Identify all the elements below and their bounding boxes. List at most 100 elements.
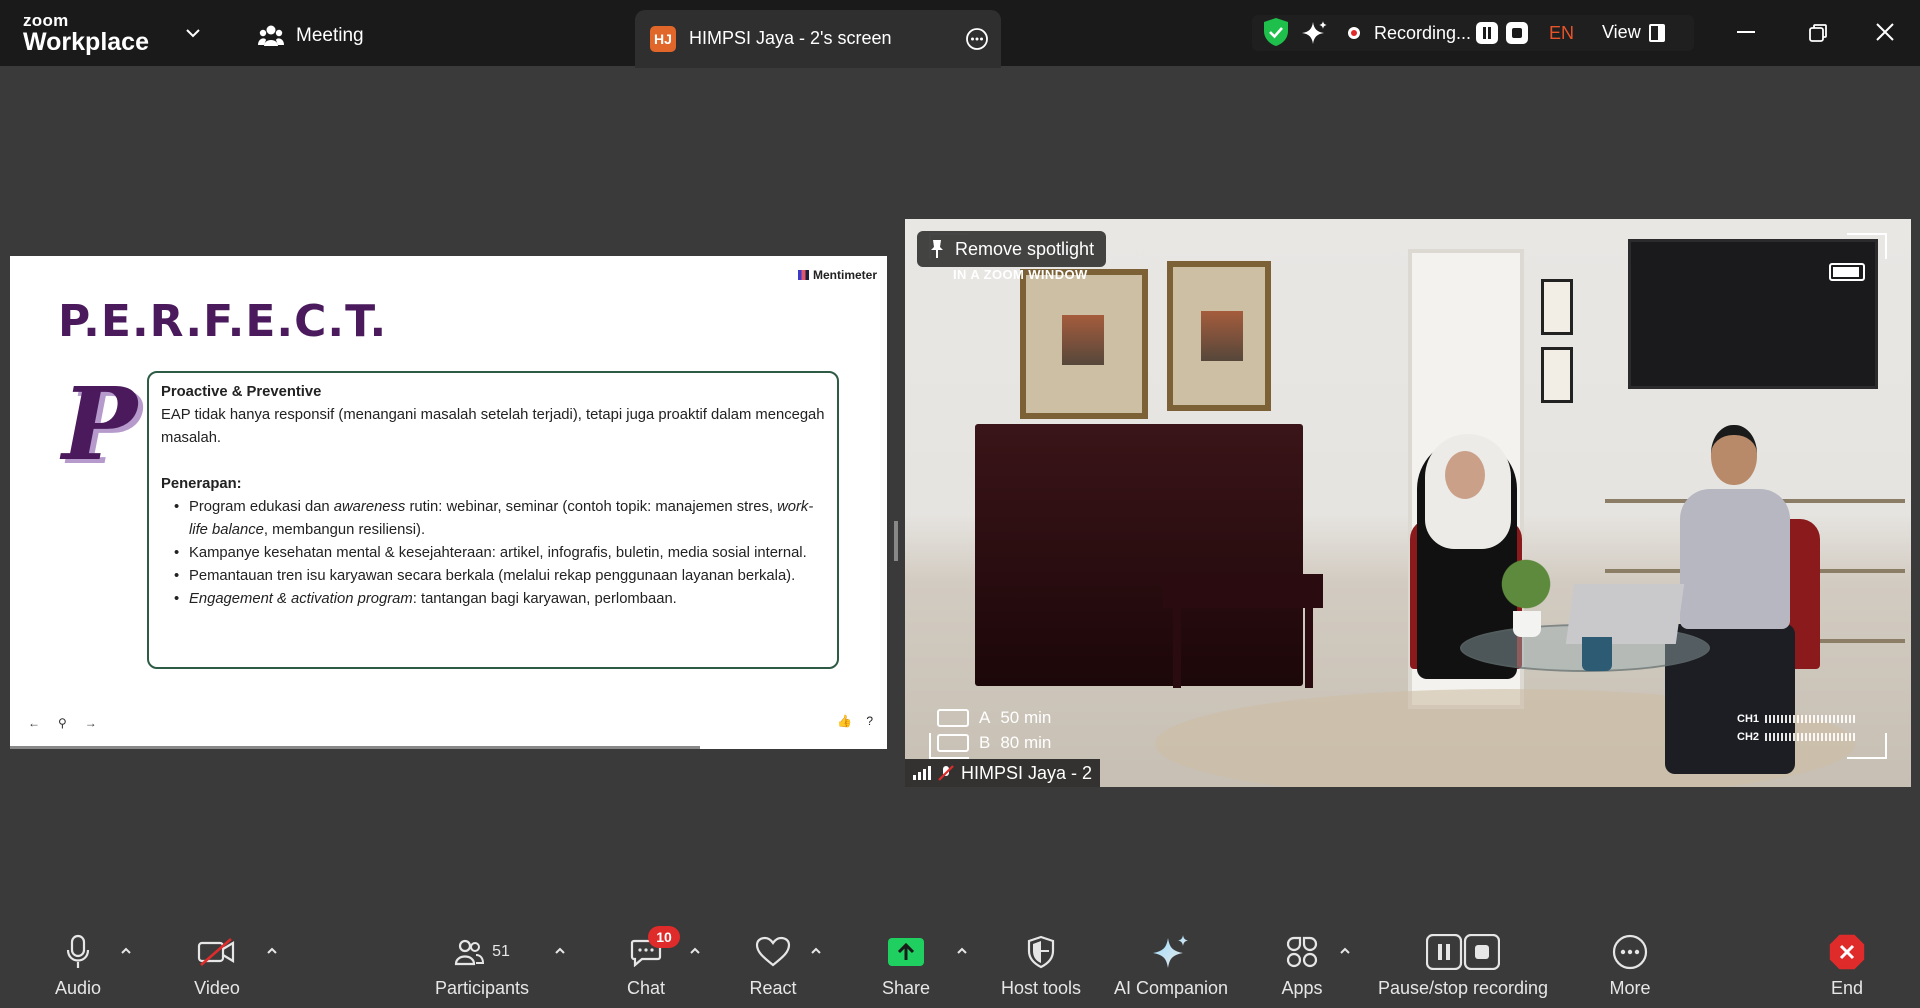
wall-frame: [1020, 269, 1148, 419]
chevron-up-icon[interactable]: [809, 944, 823, 958]
participant-name-tag: HIMPSI Jaya - 2: [905, 759, 1101, 787]
laptop: [1565, 584, 1685, 644]
frame-corner: [1847, 233, 1887, 259]
mic-a-status: A 50 min: [937, 708, 1051, 728]
pause-recording-icon[interactable]: [1476, 22, 1498, 44]
bullet-list: Program edukasi dan awareness rutin: web…: [161, 496, 825, 611]
meeting-label: Meeting: [296, 25, 364, 46]
ai-companion-button[interactable]: AI Companion: [1106, 934, 1236, 999]
battery-icon: [1829, 263, 1865, 281]
pause-stop-recording-button[interactable]: Pause/stop recording: [1358, 934, 1568, 999]
chevron-up-icon[interactable]: [955, 944, 969, 958]
slide-title: P.E.R.F.E.C.T.: [58, 296, 388, 347]
thumbs-up-icon[interactable]: 👍: [837, 714, 852, 728]
mic-muted-icon: [938, 765, 954, 781]
microphone-icon: [66, 934, 90, 968]
recording-label: Recording...: [1374, 23, 1472, 43]
pause-stop-icon: [1426, 934, 1500, 970]
react-label: React: [749, 978, 797, 998]
pause-stop-label: Pause/stop recording: [1377, 978, 1549, 998]
mic-b-status: B 80 min: [937, 733, 1051, 753]
mentimeter-brand: Mentimeter: [798, 268, 877, 282]
mic-device-icon: [937, 734, 969, 752]
language-interpretation[interactable]: EN: [1549, 23, 1574, 44]
list-item: Program edukasi dan awareness rutin: web…: [174, 496, 825, 542]
chevron-up-icon[interactable]: [553, 944, 567, 958]
content-paragraph: EAP tidak hanya responsif (menangani mas…: [161, 407, 825, 446]
view-button[interactable]: View: [1602, 22, 1665, 43]
participants-button[interactable]: 51 Participants: [417, 934, 547, 999]
logo-small: zoom: [23, 11, 69, 30]
video-button[interactable]: Video: [152, 934, 282, 999]
chevron-up-icon[interactable]: [1338, 944, 1352, 958]
zoom-logo: zoom Workplace: [23, 12, 149, 55]
title-bar: zoom Workplace Meeting HJ HIMPSI Jaya - …: [0, 0, 1920, 68]
chevron-down-icon[interactable]: [182, 22, 204, 44]
brand-label: Mentimeter: [813, 268, 878, 282]
view-layout-icon: [1648, 23, 1665, 42]
meeting-toolbar: Audio Video 51 Participants 10 Chat Reac…: [0, 920, 1920, 1008]
arrow-right-icon[interactable]: →: [85, 716, 97, 730]
host-shield-icon: [1027, 935, 1055, 969]
end-label: End: [1830, 978, 1864, 998]
share-label: Share: [881, 978, 931, 998]
wall-frame: [1167, 261, 1271, 411]
apps-icon: [1286, 936, 1318, 968]
channel-2-meter: CH2: [1737, 731, 1856, 743]
participants-icon: [454, 939, 485, 966]
close-icon[interactable]: [1873, 20, 1897, 44]
view-label: View: [1602, 22, 1641, 42]
content-box: Proactive & Preventive EAP tidak hanya r…: [147, 371, 839, 669]
content-heading: Proactive & Preventive: [161, 384, 322, 400]
plant: [1500, 554, 1552, 614]
shared-slide: Mentimeter P.E.R.F.E.C.T. P Proactive & …: [10, 256, 887, 749]
content-subheading: Penerapan:: [161, 476, 242, 492]
host-tools-label: Host tools: [1000, 978, 1082, 998]
recording-dot-icon: [1348, 27, 1360, 39]
wall-tv: [1628, 239, 1878, 389]
shared-screen-tab[interactable]: HJ HIMPSI Jaya - 2's screen: [635, 10, 1001, 68]
decorative-letter: P: [62, 365, 138, 483]
minimize-icon[interactable]: [1737, 31, 1755, 33]
pin-icon: [931, 240, 943, 258]
audio-label: Audio: [54, 978, 102, 998]
chevron-up-icon[interactable]: [688, 944, 702, 958]
end-button[interactable]: End: [1782, 934, 1912, 999]
share-screen-icon: [888, 938, 924, 966]
logo-big: Workplace: [23, 28, 149, 56]
arrow-left-icon[interactable]: ←: [28, 716, 40, 730]
participant-name: HIMPSI Jaya - 2: [961, 762, 1093, 783]
question-icon[interactable]: ?: [866, 714, 873, 728]
speaker-man: [1680, 489, 1790, 629]
resize-handle[interactable]: [894, 521, 898, 561]
share-button[interactable]: Share: [841, 934, 971, 999]
ai-companion-label: AI Companion: [1113, 978, 1229, 998]
ai-sparkle-icon[interactable]: [1301, 19, 1329, 47]
tab-title: HIMPSI Jaya - 2's screen: [689, 28, 892, 48]
more-options-icon[interactable]: [965, 27, 989, 51]
mentimeter-logo-icon: [798, 270, 809, 280]
security-shield-icon[interactable]: [1262, 17, 1290, 47]
chevron-up-icon[interactable]: [119, 944, 133, 958]
participant-video[interactable]: Remove spotlight IN A ZOOM WINDOW A 50 m…: [905, 219, 1911, 787]
remove-spotlight-button[interactable]: Remove spotlight: [917, 231, 1107, 267]
chevron-up-icon[interactable]: [265, 944, 279, 958]
chat-unread-badge: 10: [648, 926, 680, 948]
slide-navigation: ← ⚲ →: [28, 716, 97, 730]
people-icon: [258, 25, 284, 46]
host-tools-button[interactable]: Host tools: [976, 934, 1106, 999]
list-item: Engagement & activation program: tantang…: [174, 588, 825, 611]
mug: [1582, 637, 1612, 671]
more-button[interactable]: More: [1565, 934, 1695, 999]
participants-label: Participants: [434, 978, 530, 998]
chat-label: Chat: [626, 978, 666, 998]
apps-label: Apps: [1281, 978, 1323, 998]
stop-recording-icon[interactable]: [1506, 22, 1528, 44]
list-item: Kampanye kesehatan mental & kesejahteraa…: [174, 542, 825, 565]
pin-icon[interactable]: ⚲: [58, 716, 67, 730]
video-off-icon: [197, 938, 235, 966]
restore-window-icon[interactable]: [1807, 22, 1829, 44]
meeting-tab[interactable]: Meeting: [258, 22, 364, 50]
spotlight-label: Remove spotlight: [955, 238, 1095, 259]
participants-count: 51: [492, 943, 510, 960]
